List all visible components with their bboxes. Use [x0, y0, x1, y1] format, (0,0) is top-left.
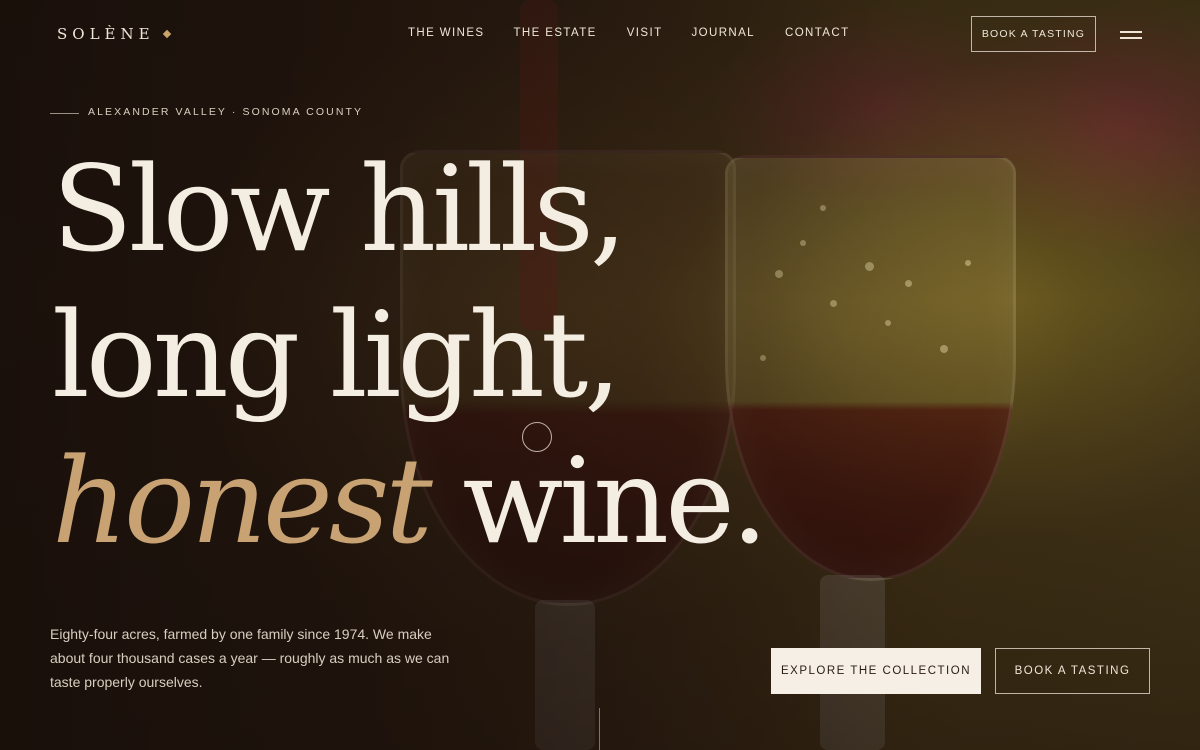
- nav-item-visit[interactable]: VISIT: [627, 27, 663, 39]
- header-book-tasting-button[interactable]: BOOK A TASTING: [971, 16, 1096, 52]
- headline-line-3: honest wine.: [52, 428, 768, 574]
- eyebrow-divider: [50, 113, 79, 114]
- hero-headline: Slow hills, long light, honest wine.: [52, 136, 768, 574]
- hero-eyebrow: ALEXANDER VALLEY · SONOMA COUNTY: [88, 106, 364, 118]
- headline-line-1: Slow hills,: [52, 140, 627, 278]
- headline-accent-word: honest: [52, 432, 433, 570]
- hamburger-menu-icon[interactable]: [1120, 30, 1142, 40]
- headline-line-2: long light,: [52, 286, 622, 424]
- book-tasting-button[interactable]: BOOK A TASTING: [995, 648, 1150, 694]
- scroll-indicator[interactable]: [599, 708, 600, 750]
- nav-item-the-wines[interactable]: THE WINES: [408, 27, 485, 39]
- brand-logo[interactable]: SOLÈNE: [57, 25, 155, 43]
- hero-intro-text: Eighty-four acres, farmed by one family …: [50, 626, 450, 690]
- nav-item-journal[interactable]: JOURNAL: [692, 27, 755, 39]
- nav-item-the-estate[interactable]: THE ESTATE: [514, 27, 597, 39]
- nav-item-contact[interactable]: CONTACT: [785, 27, 850, 39]
- headline-line-3-rest: wine.: [428, 432, 768, 570]
- explore-collection-button[interactable]: EXPLORE THE COLLECTION: [771, 648, 981, 694]
- main-nav: THE WINES THE ESTATE VISIT JOURNAL CONTA…: [408, 27, 850, 39]
- cursor-ring: [522, 422, 552, 452]
